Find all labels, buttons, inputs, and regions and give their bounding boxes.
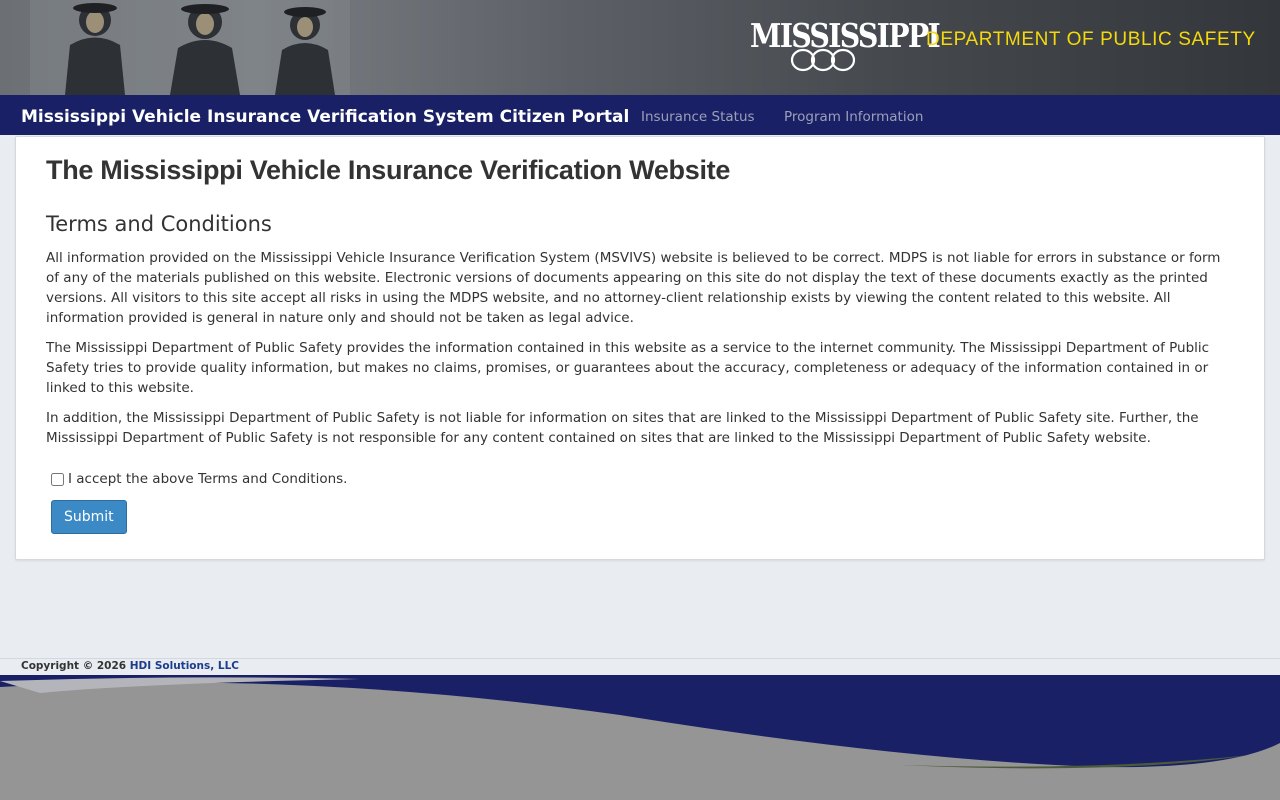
terms-paragraph: All information provided on the Mississi… bbox=[46, 250, 1221, 326]
company-link[interactable]: HDI Solutions, LLC bbox=[130, 660, 239, 672]
officers-photo bbox=[30, 0, 350, 95]
footer-divider bbox=[0, 658, 1280, 659]
footer-wave-graphic bbox=[0, 675, 1280, 800]
copyright-text: Copyright © 2026 bbox=[21, 660, 127, 672]
logo-department-text: DEPARTMENT OF PUBLIC SAFETY bbox=[926, 29, 1256, 50]
nav-link-insurance-status[interactable]: Insurance Status bbox=[641, 109, 755, 125]
terms-paragraph: In addition, the Mississippi Department … bbox=[46, 410, 1199, 446]
navbar: Mississippi Vehicle Insurance Verificati… bbox=[0, 95, 1280, 135]
copyright: Copyright © 2026 HDI Solutions, LLC bbox=[21, 660, 239, 672]
header-banner: MISSISSIPPI DEPARTMENT OF PUBLIC SAFETY bbox=[0, 0, 1280, 95]
accept-terms-checkbox[interactable] bbox=[51, 472, 64, 486]
page-title: The Mississippi Vehicle Insurance Verifi… bbox=[46, 155, 731, 185]
accept-terms-row: I accept the above Terms and Conditions. bbox=[51, 471, 347, 487]
terms-paragraph: The Mississippi Department of Public Saf… bbox=[46, 340, 1210, 396]
accept-terms-label[interactable]: I accept the above Terms and Conditions. bbox=[68, 471, 347, 487]
submit-button[interactable]: Submit bbox=[51, 500, 127, 534]
navbar-brand[interactable]: Mississippi Vehicle Insurance Verificati… bbox=[21, 107, 629, 127]
terms-panel: The Mississippi Vehicle Insurance Verifi… bbox=[15, 136, 1265, 560]
section-title: Terms and Conditions bbox=[46, 212, 272, 236]
logo-rings-icon bbox=[790, 48, 856, 72]
nav-link-program-information[interactable]: Program Information bbox=[784, 109, 923, 125]
